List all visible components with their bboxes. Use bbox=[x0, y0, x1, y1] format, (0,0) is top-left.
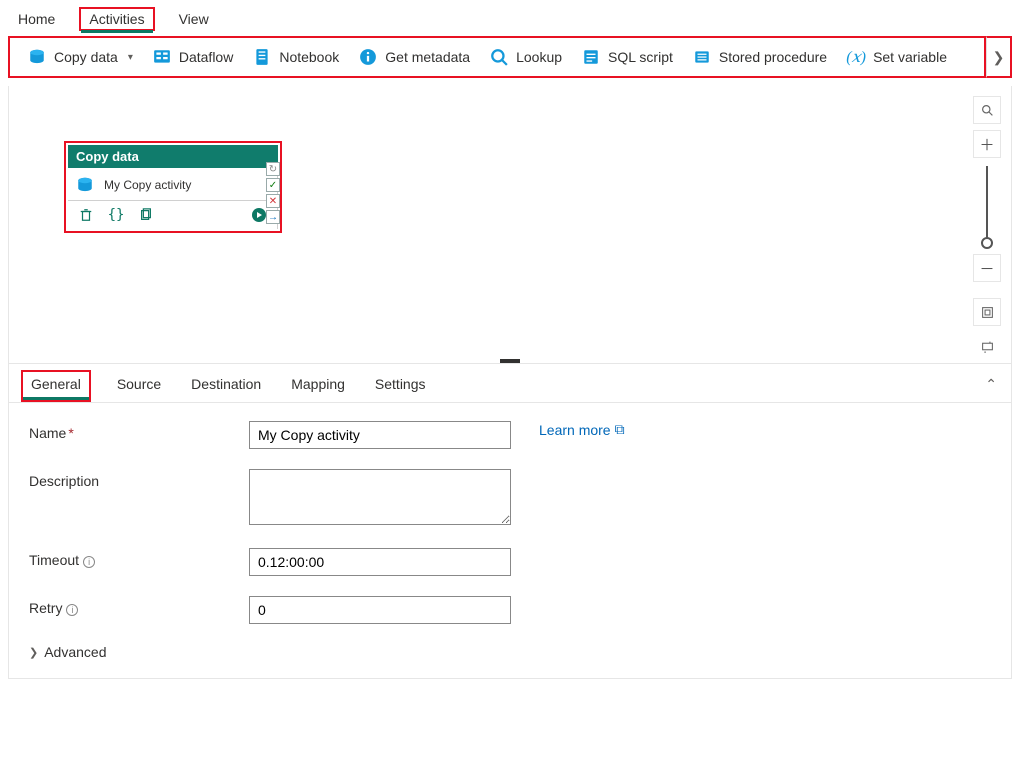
panel-resize-handle[interactable] bbox=[500, 359, 520, 363]
toolbar-dataflow[interactable]: Dataflow bbox=[143, 42, 243, 72]
dataflow-icon bbox=[153, 48, 171, 66]
database-icon bbox=[76, 176, 94, 194]
toolbar-overflow-next[interactable]: ❯ bbox=[986, 36, 1012, 78]
chevron-right-icon: ❯ bbox=[29, 646, 38, 659]
delete-icon[interactable] bbox=[78, 207, 94, 223]
activity-card-name: My Copy activity bbox=[104, 178, 191, 192]
timeout-input[interactable] bbox=[249, 548, 511, 576]
collapse-panel-button[interactable]: ⌃ bbox=[985, 376, 997, 393]
chevron-down-icon: ▾ bbox=[128, 52, 133, 63]
toolbar-sql-script[interactable]: SQL script bbox=[572, 42, 683, 72]
activities-toolbar: Copy data ▾ Dataflow Notebook Get metada… bbox=[8, 36, 986, 78]
zoom-slider-handle[interactable] bbox=[981, 237, 993, 249]
toolbar-set-variable[interactable]: (𝑥) Set variable bbox=[837, 42, 957, 72]
success-status-icon[interactable]: ✓ bbox=[266, 178, 280, 192]
properties-panel: General Source Destination Mapping Setti… bbox=[8, 364, 1012, 679]
toolbar-notebook[interactable]: Notebook bbox=[243, 42, 349, 72]
run-next-icon[interactable] bbox=[251, 207, 267, 223]
sql-script-icon bbox=[582, 48, 600, 66]
learn-more-link[interactable]: Learn more ⧉ bbox=[539, 421, 625, 438]
toolbar-lookup-label: Lookup bbox=[516, 49, 562, 65]
advanced-toggle[interactable]: ❯ Advanced bbox=[29, 644, 991, 660]
zoom-fit-button[interactable] bbox=[973, 298, 1001, 326]
name-input[interactable] bbox=[249, 421, 511, 449]
notebook-icon bbox=[253, 48, 271, 66]
code-icon[interactable]: {} bbox=[108, 207, 124, 223]
toolbar-get-metadata[interactable]: Get metadata bbox=[349, 42, 480, 72]
timeout-label: Timeouti bbox=[29, 548, 249, 568]
toolbar-sql-script-label: SQL script bbox=[608, 49, 673, 65]
tab-source[interactable]: Source bbox=[113, 370, 165, 402]
toolbar-dataflow-label: Dataflow bbox=[179, 49, 233, 65]
description-input[interactable] bbox=[249, 469, 511, 525]
skip-status-icon[interactable]: → bbox=[266, 210, 280, 224]
stored-procedure-icon bbox=[693, 48, 711, 66]
toolbar-get-metadata-label: Get metadata bbox=[385, 49, 470, 65]
properties-tabs: General Source Destination Mapping Setti… bbox=[9, 364, 1011, 403]
toolbar-notebook-label: Notebook bbox=[279, 49, 339, 65]
tab-settings[interactable]: Settings bbox=[371, 370, 430, 402]
activity-card-highlight: Copy data My Copy activity ↻ ✓ ✕ → {} bbox=[64, 141, 282, 233]
activity-status-column: ↻ ✓ ✕ → bbox=[266, 162, 280, 224]
zoom-slider[interactable] bbox=[986, 166, 988, 246]
toolbar-lookup[interactable]: Lookup bbox=[480, 42, 572, 72]
top-tabs: Home Activities View bbox=[0, 0, 1020, 34]
info-icon bbox=[359, 48, 377, 66]
chevron-right-icon: ❯ bbox=[993, 49, 1005, 66]
info-icon[interactable]: i bbox=[66, 604, 78, 616]
toolbar-copy-data[interactable]: Copy data ▾ bbox=[18, 42, 143, 72]
external-link-icon: ⧉ bbox=[615, 421, 625, 438]
copy-data-activity-card[interactable]: Copy data My Copy activity ↻ ✓ ✕ → {} bbox=[68, 145, 278, 229]
tab-destination[interactable]: Destination bbox=[187, 370, 265, 402]
toolbar-set-variable-label: Set variable bbox=[873, 49, 947, 65]
retry-input[interactable] bbox=[249, 596, 511, 624]
pipeline-canvas[interactable]: Copy data My Copy activity ↻ ✓ ✕ → {} bbox=[8, 86, 1012, 364]
tab-mapping[interactable]: Mapping bbox=[287, 370, 349, 402]
description-label: Description bbox=[29, 469, 249, 489]
toolbar-stored-procedure-label: Stored procedure bbox=[719, 49, 827, 65]
copy-icon[interactable] bbox=[138, 207, 154, 223]
tab-general[interactable]: General bbox=[21, 370, 91, 402]
zoom-in-button[interactable]: ＋ bbox=[973, 130, 1001, 158]
activity-card-title: Copy data bbox=[68, 145, 278, 168]
fail-status-icon[interactable]: ✕ bbox=[266, 194, 280, 208]
refresh-icon[interactable]: ↻ bbox=[266, 162, 280, 176]
variable-icon: (𝑥) bbox=[847, 48, 865, 66]
tab-home[interactable]: Home bbox=[12, 7, 61, 31]
search-icon bbox=[490, 48, 508, 66]
expand-panel-button[interactable] bbox=[973, 332, 1001, 360]
tab-activities[interactable]: Activities bbox=[79, 7, 154, 31]
activities-toolbar-wrap: Copy data ▾ Dataflow Notebook Get metada… bbox=[8, 36, 1012, 78]
zoom-out-button[interactable]: － bbox=[973, 254, 1001, 282]
info-icon[interactable]: i bbox=[83, 556, 95, 568]
general-form: Name* Learn more ⧉ Description Timeouti … bbox=[9, 403, 1011, 678]
database-icon bbox=[28, 48, 46, 66]
toolbar-copy-data-label: Copy data bbox=[54, 49, 118, 65]
retry-label: Retryi bbox=[29, 596, 249, 616]
zoom-controls: ＋ － bbox=[973, 96, 1001, 360]
toolbar-stored-procedure[interactable]: Stored procedure bbox=[683, 42, 837, 72]
name-label: Name* bbox=[29, 421, 249, 441]
tab-view[interactable]: View bbox=[173, 7, 215, 31]
canvas-search-button[interactable] bbox=[973, 96, 1001, 124]
